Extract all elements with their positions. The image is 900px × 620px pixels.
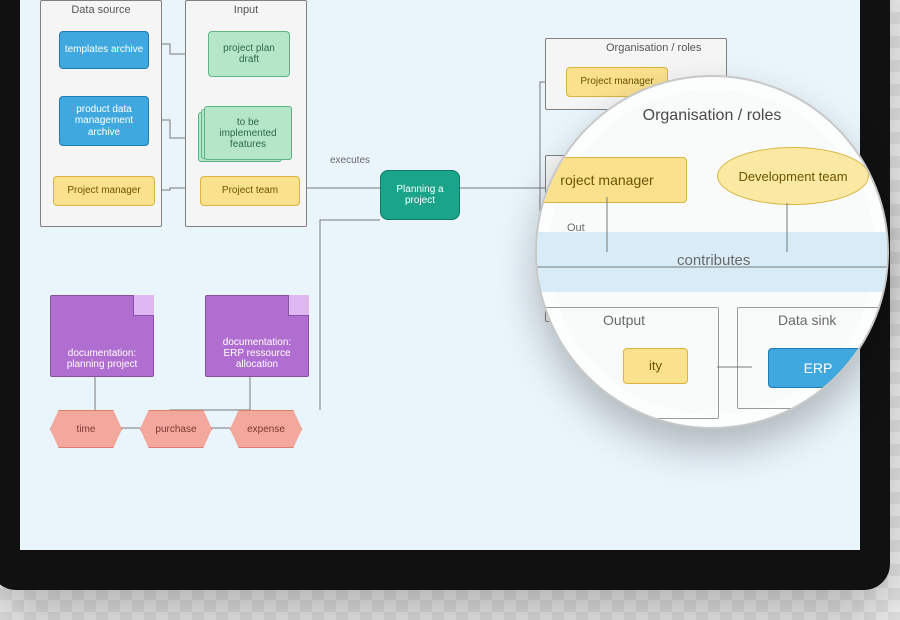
lens-node-project-manager[interactable]: roject manager — [535, 157, 687, 203]
hex-expense[interactable]: expense — [230, 410, 302, 448]
lens-group-title-output: Output — [603, 312, 645, 328]
group-title-organisation: Organisation / roles — [606, 42, 701, 54]
doc-planning-project[interactable]: documentation: planning project — [50, 295, 154, 377]
lens-title: Organisation / roles — [643, 107, 782, 125]
lens-group-output: Output ity — [542, 307, 719, 419]
hex-time[interactable]: time — [50, 410, 122, 448]
lens-group-data-sink: Data sink ERP — [737, 307, 889, 409]
doc-erp-allocation[interactable]: documentation: ERP ressource allocation — [205, 295, 309, 377]
magnifier-lens: Organisation / roles roject manager Deve… — [535, 75, 889, 429]
group-data-source: Data source templates archive product da… — [40, 0, 162, 227]
lens-group-title-data-sink: Data sink — [778, 312, 836, 328]
node-project-manager[interactable]: Project manager — [53, 176, 155, 206]
hex-purchase[interactable]: purchase — [140, 410, 212, 448]
node-project-team[interactable]: Project team — [200, 176, 300, 206]
node-templates-archive[interactable]: templates archive — [59, 31, 149, 69]
lens-label-contributes: contributes — [677, 252, 750, 269]
node-to-be-implemented[interactable]: to be implemented features — [204, 106, 286, 154]
node-planning-a-project[interactable]: Planning a project — [380, 170, 460, 220]
lens-node-ity[interactable]: ity — [623, 348, 688, 384]
node-project-plan-draft[interactable]: project plan draft — [208, 31, 290, 77]
group-input: Input project plan draft to be implement… — [185, 0, 307, 227]
lens-node-development-team[interactable]: Development team — [717, 147, 869, 205]
lens-label-out: Out — [567, 222, 585, 234]
group-title-data-source: Data source — [71, 4, 130, 16]
label-executes: executes — [330, 155, 370, 166]
group-title-input: Input — [234, 4, 258, 16]
node-product-data-archive[interactable]: product data management archive — [59, 96, 149, 146]
lens-node-erp[interactable]: ERP — [768, 348, 868, 388]
